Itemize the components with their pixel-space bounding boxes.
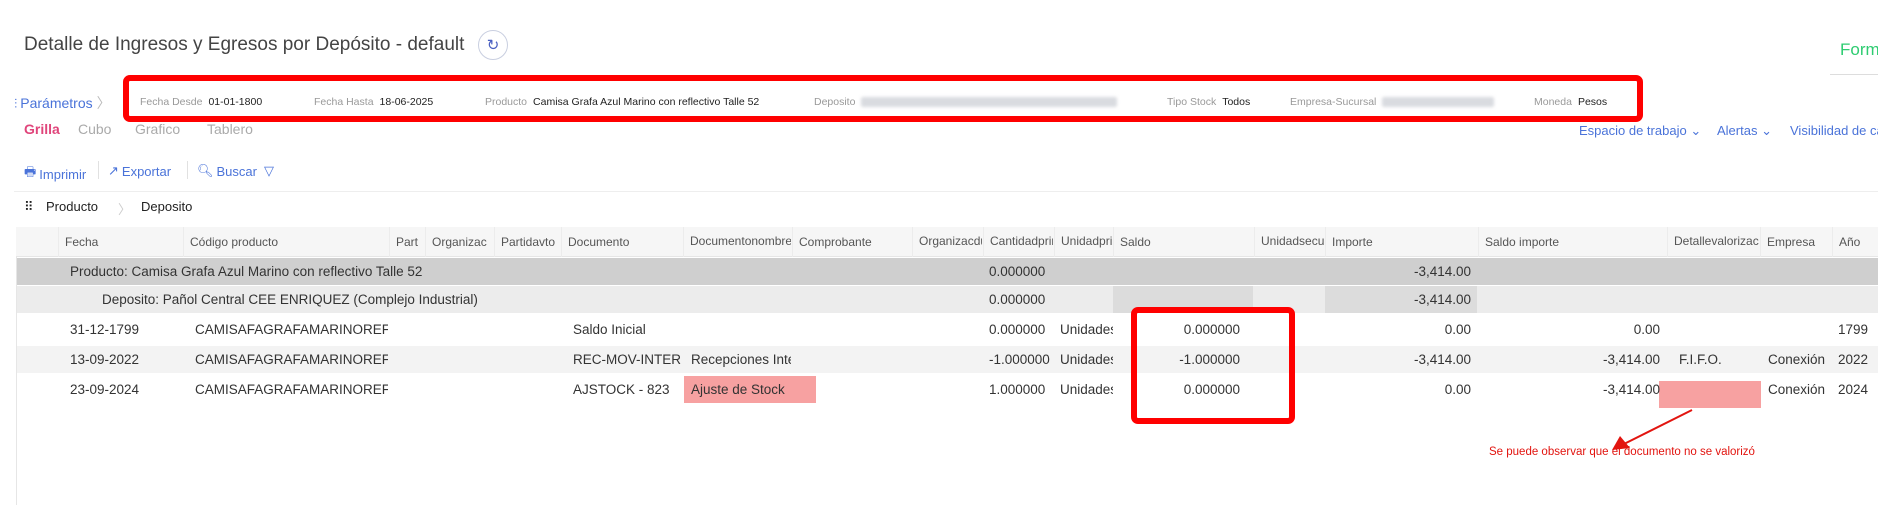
- highlighted-cell-detalle: [1659, 381, 1761, 408]
- cell-anio: 2024: [1838, 382, 1869, 397]
- visibility-menu[interactable]: Visibilidad de ca: [1790, 123, 1878, 138]
- refresh-icon: ↻: [486, 37, 500, 54]
- cell-detalle-valorizacion: F.I.F.O.: [1679, 352, 1722, 367]
- cell-fecha: 31-12-1799: [70, 322, 140, 337]
- divider: [98, 161, 99, 179]
- tab-grafico[interactable]: Grafico: [135, 121, 180, 137]
- group-chip-deposito[interactable]: Deposito: [141, 199, 192, 214]
- col-importe[interactable]: Importe: [1325, 227, 1477, 257]
- col-organizacion-dueno[interactable]: Organizacdueño: [912, 227, 982, 257]
- group-label: Deposito: Pañol Central CEE ENRIQUEZ (Co…: [102, 292, 478, 307]
- cell-saldo-importe: -3,414.00: [1602, 352, 1660, 367]
- col-unidad-secundaria[interactable]: Unidadsecundari: [1254, 227, 1324, 257]
- search-icon: 🔍︎: [197, 163, 214, 178]
- cell-importe: 0.00: [1444, 322, 1471, 337]
- group-cantidad: 0.000000: [989, 292, 1046, 307]
- group-importe: -3,414.00: [1413, 264, 1471, 279]
- highlight-box-saldo: [1131, 307, 1295, 424]
- divider: [16, 257, 17, 505]
- col-part[interactable]: Part: [389, 227, 424, 257]
- group-chip-producto[interactable]: Producto: [46, 199, 98, 214]
- cell-documento-nombre: Recepciones Internas: [691, 352, 791, 367]
- search-button[interactable]: 🔍︎ Buscar: [197, 163, 257, 179]
- col-partidavto[interactable]: Partidavto: [494, 227, 560, 257]
- print-button[interactable]: 🖶 Imprimir: [24, 163, 86, 185]
- page-title: Detalle de Ingresos y Egresos por Depósi…: [24, 34, 465, 55]
- divider: [1830, 74, 1878, 75]
- printer-icon: 🖶: [24, 164, 37, 179]
- cell-documento[interactable]: AJSTOCK - 823: [567, 376, 682, 403]
- chevron-down-icon: ⌄: [1761, 123, 1772, 138]
- cell-empresa: Conexión: [1768, 382, 1826, 397]
- highlight-box-parameters: [123, 75, 1643, 122]
- form-link[interactable]: Form: [1840, 40, 1878, 60]
- tab-grilla[interactable]: Grilla: [24, 121, 60, 137]
- col-comprobante[interactable]: Comprobante: [792, 227, 911, 257]
- col-saldo[interactable]: Saldo: [1113, 227, 1253, 257]
- cell-unidad: Unidades: [1060, 352, 1113, 367]
- cell-documento-nombre: Ajuste de Stock: [691, 382, 785, 397]
- col-documento-nombre[interactable]: Documento nombre: [683, 227, 791, 257]
- filter-icon: ▽: [264, 163, 274, 178]
- cell-saldo-importe: -3,414.00: [1602, 382, 1660, 397]
- cell-unidad: Unidades: [1060, 322, 1113, 337]
- cell-cantidad: 1.000000: [989, 382, 1046, 397]
- cell-importe: 0.00: [1444, 382, 1471, 397]
- parameters-label: Parámetros: [20, 95, 93, 111]
- cell-fecha: 13-09-2022: [70, 352, 140, 367]
- chevron-down-icon: ⌄: [1690, 123, 1702, 138]
- parameters-toggle[interactable]: ⫶ Parámetros 〉: [14, 93, 111, 113]
- cell-fecha: 23-09-2024: [70, 382, 140, 397]
- group-cantidad: 0.000000: [989, 264, 1046, 279]
- cell-anio: 2022: [1838, 352, 1869, 367]
- col-empresa[interactable]: Empresa: [1760, 227, 1831, 257]
- chevron-right-icon: 〉: [118, 202, 132, 217]
- alerts-menu[interactable]: Alertas ⌄: [1717, 123, 1772, 139]
- col-fecha[interactable]: Fecha: [58, 227, 182, 257]
- col-documento[interactable]: Documento: [561, 227, 682, 257]
- workspace-menu[interactable]: Espacio de trabajo ⌄: [1579, 123, 1701, 139]
- sliders-icon: ⫶: [14, 96, 18, 111]
- chevron-right-icon: 〉: [96, 95, 111, 111]
- cell-empresa: Conexión: [1768, 352, 1826, 367]
- divider: [14, 191, 1878, 192]
- group-importe: -3,414.00: [1413, 292, 1471, 307]
- grid-icon: ⠿: [24, 199, 34, 214]
- cell-codigo: CAMISAFAGRAFAMARINOREFLECTIVO52: [195, 352, 388, 367]
- cell-documento[interactable]: REC-MOV-INTERNO: [567, 346, 682, 373]
- col-unidad-principal[interactable]: Unidadprincipal: [1054, 227, 1112, 257]
- cell-unidad: Unidades: [1060, 382, 1113, 397]
- cell-cantidad: -1.000000: [989, 352, 1050, 367]
- cell-anio: 1799: [1838, 322, 1869, 337]
- divider: [187, 161, 188, 179]
- cell-codigo: CAMISAFAGRAFAMARINOREFLECTIVO52: [195, 322, 388, 337]
- cell-documento[interactable]: Saldo Inicial: [567, 316, 682, 343]
- col-saldo-importe[interactable]: Saldo importe: [1478, 227, 1666, 257]
- col-anio[interactable]: Año: [1832, 227, 1878, 257]
- group-label: Producto: Camisa Grafa Azul Marino con r…: [70, 264, 423, 279]
- annotation-text: Se puede observar que el documento no se…: [1489, 446, 1755, 458]
- tab-tablero[interactable]: Tablero: [207, 121, 253, 137]
- cell-saldo-importe: 0.00: [1633, 322, 1660, 337]
- external-link-icon: ↗: [108, 163, 119, 178]
- export-button[interactable]: ↗ Exportar: [108, 163, 171, 179]
- cell-cantidad: 0.000000: [989, 322, 1046, 337]
- refresh-button[interactable]: ↻: [478, 30, 508, 60]
- col-detalle-valorizacion[interactable]: Detallevalorizacion: [1667, 227, 1759, 257]
- col-codigo-producto[interactable]: Código producto: [183, 227, 388, 257]
- col-organizacion[interactable]: Organizac: [425, 227, 493, 257]
- filter-button[interactable]: ▽: [264, 163, 274, 179]
- tab-cubo[interactable]: Cubo: [78, 121, 111, 137]
- col-cantidad-principal[interactable]: Cantidadprincipal: [983, 227, 1053, 257]
- cell-codigo: CAMISAFAGRAFAMARINOREFLECTIVO52: [195, 382, 388, 397]
- cell-importe: -3,414.00: [1413, 352, 1471, 367]
